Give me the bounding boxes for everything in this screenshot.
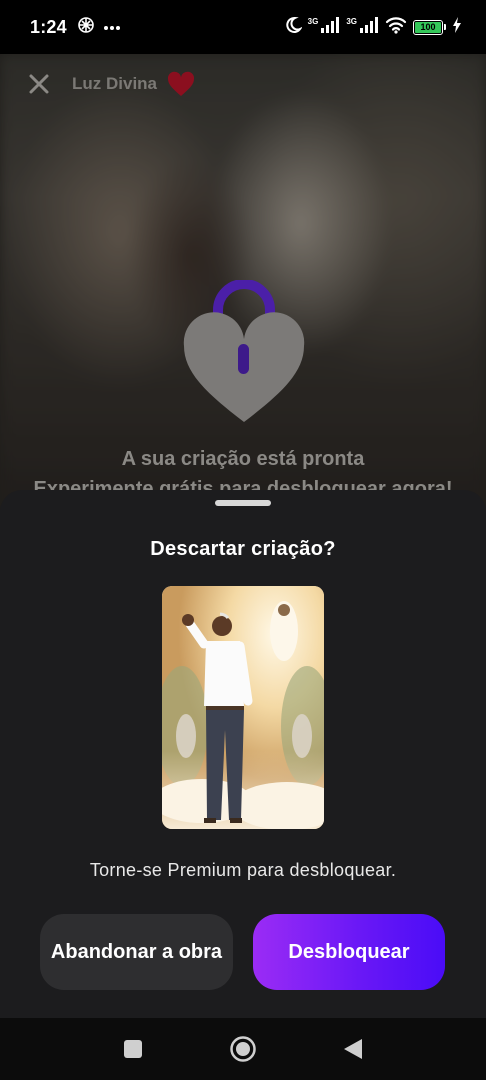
heart-lock-icon (182, 279, 306, 428)
status-bar: 1:24 3G 3G 100 (0, 0, 486, 54)
sheet-title: Descartar criação? (150, 538, 336, 560)
locked-title: A sua criação está pronta (121, 448, 365, 470)
recents-square-icon[interactable] (118, 1034, 148, 1064)
status-time: 1:24 (30, 16, 67, 37)
back-triangle-icon[interactable] (338, 1034, 368, 1064)
more-icon (103, 18, 121, 36)
creation-preview-image (162, 586, 324, 829)
unlock-button[interactable]: Desbloquear (253, 914, 445, 990)
charging-icon (452, 16, 462, 38)
close-icon[interactable] (26, 71, 52, 97)
app-icon (77, 16, 95, 39)
heart-icon (167, 71, 195, 97)
moon-icon (284, 16, 303, 39)
battery-level: 100 (415, 21, 441, 33)
discard-bottom-sheet: Descartar criação? Torne-se Premium para… (0, 490, 486, 1018)
system-nav-bar (0, 1018, 486, 1080)
sheet-drag-handle[interactable] (215, 500, 271, 506)
network-type-1: 3G (307, 16, 319, 26)
home-circle-icon[interactable] (228, 1034, 258, 1064)
premium-message: Torne-se Premium para desbloquear. (89, 860, 397, 880)
top-nav: Luz Divina (0, 62, 486, 106)
wifi-icon (385, 16, 407, 39)
app-name: Luz Divina (72, 74, 158, 93)
network-type-2: 3G (346, 16, 357, 26)
signal-icon (320, 16, 340, 38)
signal-icon (359, 16, 379, 38)
battery-icon: 100 (413, 19, 446, 35)
abandon-button[interactable]: Abandonar a obra (40, 914, 233, 990)
